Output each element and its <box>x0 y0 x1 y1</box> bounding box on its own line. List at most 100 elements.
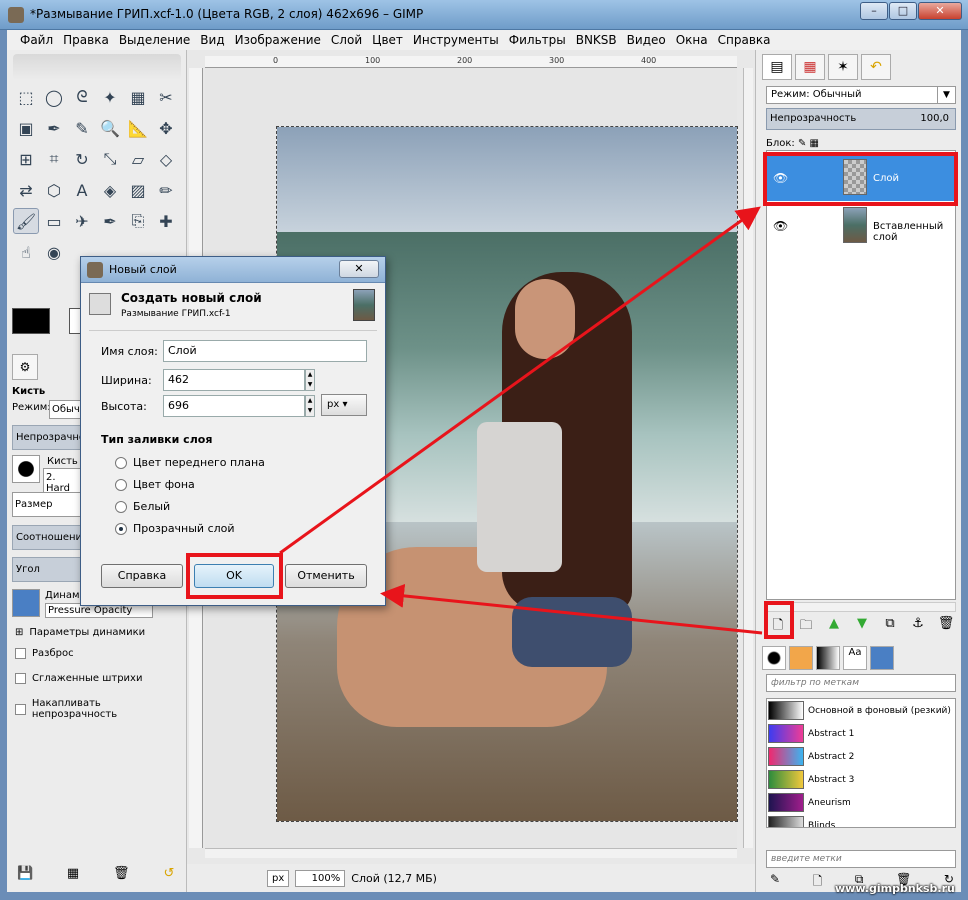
opacity-slider[interactable]: Непрозрачность <box>12 425 102 450</box>
unit-select[interactable]: px ▾ <box>321 394 367 416</box>
fill-option-background[interactable]: Цвет фона <box>115 478 195 491</box>
lock-alpha-icon[interactable]: ▦ <box>810 138 819 149</box>
layer-opacity-slider[interactable]: Непрозрачность 100,0 <box>766 108 956 130</box>
delete-options-icon[interactable]: 🗑 <box>113 866 130 882</box>
ruler-horizontal[interactable]: 0 100 200 300 400 <box>205 56 737 68</box>
gradient-item[interactable]: Abstract 1 <box>767 722 955 745</box>
foreground-select-icon[interactable]: ▣ <box>13 115 39 141</box>
layer-name-input[interactable]: Слой <box>163 340 367 362</box>
ratio-slider[interactable]: Соотношение <box>12 525 88 550</box>
brush-preview[interactable] <box>12 455 40 483</box>
paths-tab-icon[interactable]: ✶ <box>828 54 858 80</box>
menu-filters[interactable]: Фильтры <box>504 30 571 50</box>
shear-icon[interactable]: ▱ <box>125 146 151 172</box>
zoom-icon[interactable]: 🔍 <box>97 115 123 141</box>
cancel-button[interactable]: Отменить <box>285 564 367 588</box>
width-input[interactable]: 462 <box>163 369 305 391</box>
scale-icon[interactable]: ⤡ <box>97 146 123 172</box>
menu-help[interactable]: Справка <box>713 30 776 50</box>
zoom-select[interactable]: 100% <box>295 869 346 887</box>
airbrush-icon[interactable]: ✈ <box>69 208 95 234</box>
color-picker-icon[interactable]: ✎ <box>69 115 95 141</box>
gradient-tag-filter[interactable]: фильтр по меткам <box>766 674 956 692</box>
foreground-color[interactable] <box>12 308 50 334</box>
text-icon[interactable]: A <box>69 177 95 203</box>
canvas-horizontal-scrollbar[interactable] <box>205 848 737 858</box>
layers-horizontal-scrollbar[interactable] <box>766 602 956 612</box>
move-icon[interactable]: ✥ <box>153 115 179 141</box>
canvas-vertical-scrollbar[interactable] <box>743 68 753 848</box>
gradient-item[interactable]: Abstract 2 <box>767 745 955 768</box>
bucket-fill-icon[interactable]: ◈ <box>97 177 123 203</box>
lower-layer-icon[interactable]: ▼ <box>852 616 872 638</box>
paths-icon[interactable]: ✒ <box>41 115 67 141</box>
gradient-item[interactable]: Blinds <box>767 814 955 827</box>
new-layer-group-icon[interactable]: 🗀 <box>796 616 816 638</box>
minimize-button[interactable]: – <box>860 2 888 20</box>
crop-icon[interactable]: ⌗ <box>41 146 67 172</box>
menu-layer[interactable]: Слой <box>326 30 367 50</box>
menu-view[interactable]: Вид <box>195 30 229 50</box>
anchor-layer-icon[interactable]: ⚓ <box>908 616 928 638</box>
scissors-icon[interactable]: ✂ <box>153 84 179 110</box>
rotate-icon[interactable]: ↻ <box>69 146 95 172</box>
measure-icon[interactable]: 📐 <box>125 115 151 141</box>
blend-icon[interactable]: ▨ <box>125 177 151 203</box>
close-button[interactable]: ✕ <box>918 2 962 20</box>
edit-gradient-icon[interactable]: ✎ <box>770 872 780 893</box>
height-spinner[interactable]: ▲ ▼ <box>305 395 315 417</box>
radio-button[interactable] <box>115 456 127 469</box>
ellipse-select-icon[interactable]: ◯ <box>41 84 67 110</box>
undo-tab-icon[interactable]: ↶ <box>861 54 891 80</box>
flip-icon[interactable]: ⇄ <box>13 177 39 203</box>
radio-button[interactable] <box>115 478 127 491</box>
menu-tools[interactable]: Инструменты <box>408 30 504 50</box>
gradient-item[interactable]: Aneurism <box>767 791 955 814</box>
menu-bnksb[interactable]: BNKSB <box>571 30 622 50</box>
menu-windows[interactable]: Окна <box>671 30 713 50</box>
maximize-button[interactable]: □ <box>889 2 917 20</box>
gradients-tab-icon[interactable] <box>816 646 840 670</box>
new-gradient-icon[interactable]: 🗋 <box>813 872 823 893</box>
pencil-icon[interactable]: ✏ <box>153 177 179 203</box>
blur-icon[interactable]: ◉ <box>41 239 67 265</box>
reset-options-icon[interactable]: ↺ <box>161 866 177 882</box>
menu-file[interactable]: Файл <box>15 30 58 50</box>
checkbox-box[interactable] <box>15 673 26 684</box>
scatter-checkbox[interactable]: Разброс <box>15 648 74 659</box>
fuzzy-select-icon[interactable]: ✦ <box>97 84 123 110</box>
restore-options-icon[interactable]: ▦ <box>65 866 81 882</box>
layers-tab-icon[interactable]: ▤ <box>762 54 792 80</box>
fill-option-foreground[interactable]: Цвет переднего плана <box>115 456 265 469</box>
menu-video[interactable]: Видео <box>622 30 671 50</box>
tool-options-tab-icon[interactable]: ⚙ <box>12 354 38 380</box>
mode-select[interactable]: Обычн <box>49 400 86 419</box>
menu-image[interactable]: Изображение <box>230 30 326 50</box>
gradient-list[interactable]: Основной в фоновый (резкий) Abstract 1 Abs… <box>766 698 956 828</box>
duplicate-layer-icon[interactable]: ⧉ <box>880 616 900 638</box>
menu-select[interactable]: Выделение <box>114 30 195 50</box>
tag-input[interactable]: введите метки <box>766 850 956 868</box>
perspective-icon[interactable]: ◇ <box>153 146 179 172</box>
save-options-icon[interactable]: 💾 <box>17 866 33 882</box>
angle-slider[interactable]: Угол <box>12 557 82 582</box>
incremental-checkbox[interactable]: Накапливать непрозрачность <box>15 698 186 720</box>
fill-option-transparent[interactable]: Прозрачный слой <box>115 522 235 535</box>
dialog-close-button[interactable]: ✕ <box>339 260 379 278</box>
menu-colors[interactable]: Цвет <box>367 30 408 50</box>
menu-edit[interactable]: Правка <box>58 30 114 50</box>
width-spinner[interactable]: ▲ ▼ <box>305 369 315 391</box>
rect-select-icon[interactable]: ⬚ <box>13 84 39 110</box>
smooth-stroke-checkbox[interactable]: Сглаженные штрихи <box>15 673 142 684</box>
palettes-tab-icon[interactable] <box>870 646 894 670</box>
radio-button[interactable] <box>115 500 127 513</box>
unit-select[interactable]: px <box>267 869 290 887</box>
checkbox-box[interactable] <box>15 703 26 715</box>
fonts-tab-icon[interactable]: Aa <box>843 646 867 670</box>
visibility-eye-icon[interactable]: 👁 <box>773 219 788 233</box>
gradient-item[interactable]: Abstract 3 <box>767 768 955 791</box>
align-icon[interactable]: ⊞ <box>13 146 39 172</box>
patterns-tab-icon[interactable] <box>789 646 813 670</box>
radio-button-selected[interactable] <box>115 522 127 535</box>
smudge-icon[interactable]: ☝ <box>13 239 39 265</box>
